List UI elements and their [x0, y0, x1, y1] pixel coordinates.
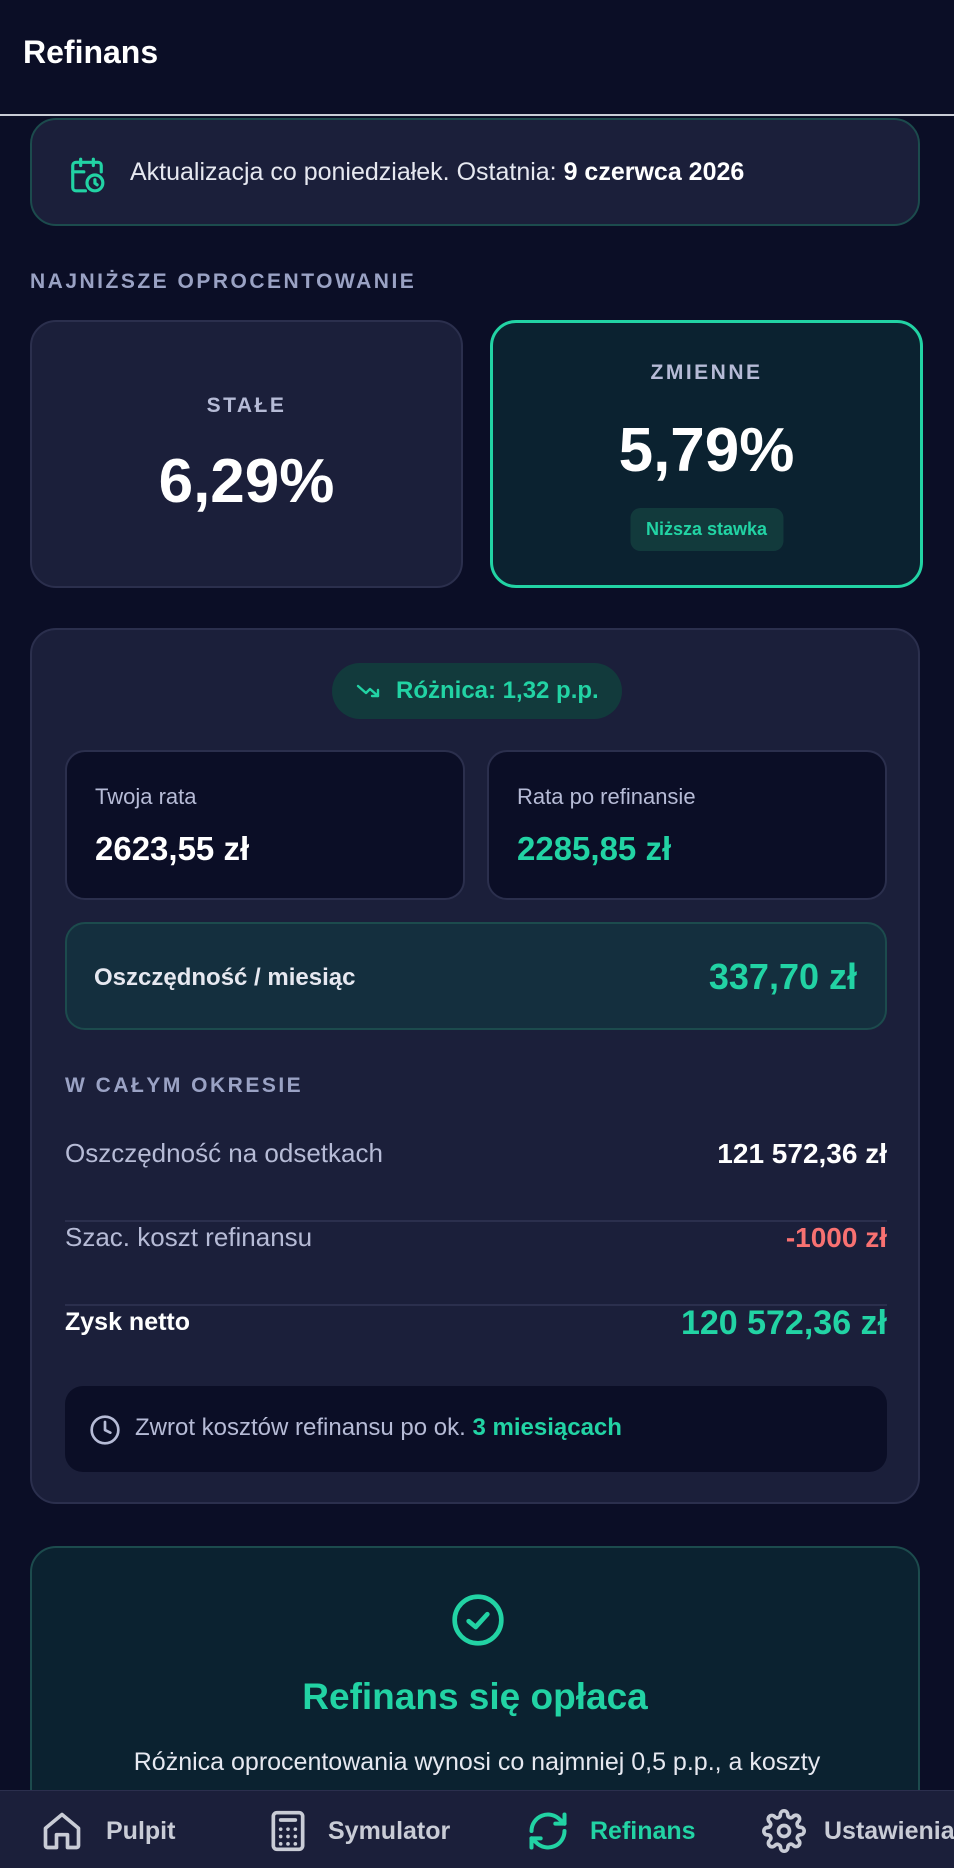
current-installment-value: 2623,55 zł — [95, 830, 250, 867]
page-title: Refinans — [23, 34, 159, 70]
check-circle-icon — [452, 1594, 504, 1646]
nav-label-pulpit: Pulpit — [106, 1817, 176, 1845]
net-profit-label: Zysk netto — [65, 1308, 191, 1336]
monthly-saving-row: Oszczędność / miesiąc 337,70 zł — [65, 922, 887, 1030]
fixed-rate-card[interactable]: STAŁE 6,29% — [30, 320, 463, 588]
monthly-saving-value: 337,70 zł — [708, 956, 857, 997]
new-installment-label: Rata po refinansie — [517, 784, 696, 809]
payback-text: Zwrot kosztów refinansu po ok. 3 miesiąc… — [135, 1414, 622, 1441]
nav-label-symulator: Symulator — [328, 1817, 451, 1845]
payback-info-box: Zwrot kosztów refinansu po ok. 3 miesiąc… — [65, 1386, 887, 1472]
verdict-title: Refinans się opłaca — [302, 1676, 648, 1717]
refinance-calc-card: Różnica: 1,32 p.p. Twoja rata 2623,55 zł… — [30, 628, 920, 1504]
rate-difference-pill: Różnica: 1,32 p.p. — [332, 663, 622, 719]
variable-rate-label: ZMIENNE — [650, 361, 763, 384]
nav-label-refinans: Refinans — [590, 1817, 696, 1845]
update-text: Aktualizacja co poniedziałek. Ostatnia: … — [130, 158, 745, 186]
trending-down-icon — [356, 684, 380, 698]
whole-period-heading: W CAŁYM OKRESIE — [65, 1074, 304, 1097]
variable-rate-value: 5,79% — [618, 416, 795, 485]
verdict-text: Różnica oprocentowania wynosi co najmnie… — [133, 1748, 821, 1776]
bottom-navigation: Pulpit Symulator Refinans Ustawienia — [0, 1790, 954, 1868]
calculator-icon — [271, 1810, 305, 1852]
fixed-rate-label: STAŁE — [206, 394, 287, 417]
variable-rate-card[interactable]: ZMIENNE 5,79% Niższa stawka — [490, 320, 923, 588]
new-installment-value: 2285,85 zł — [517, 830, 672, 867]
nav-item-ustawienia[interactable]: Ustawienia — [762, 1791, 954, 1868]
interest-saving-value: 121 572,36 zł — [717, 1138, 887, 1169]
home-icon — [43, 1812, 81, 1850]
app-header: Refinans — [0, 0, 954, 116]
interest-saving-row: Oszczędność na odsetkach 121 572,36 zł — [65, 1138, 887, 1222]
nav-item-pulpit[interactable]: Pulpit — [40, 1791, 200, 1868]
update-info-banner: Aktualizacja co poniedziałek. Ostatnia: … — [30, 118, 920, 226]
lowest-rates-heading: NAJNIŻSZE OPROCENTOWANIE — [30, 270, 417, 293]
net-profit-value: 120 572,36 zł — [680, 1304, 887, 1342]
refresh-icon — [529, 1812, 567, 1850]
current-installment-box: Twoja rata 2623,55 zł — [65, 750, 465, 900]
nav-item-refinans[interactable]: Refinans — [526, 1791, 706, 1868]
new-installment-box: Rata po refinansie 2285,85 zł — [487, 750, 887, 900]
refinance-cost-row: Szac. koszt refinansu -1000 zł — [65, 1222, 887, 1306]
refinance-cost-value: -1000 zł — [785, 1222, 887, 1253]
nav-label-ustawienia: Ustawienia — [824, 1817, 954, 1845]
calendar-clock-icon — [71, 157, 105, 193]
rate-difference-text: Różnica: 1,32 p.p. — [396, 677, 599, 704]
refinance-cost-label: Szac. koszt refinansu — [65, 1222, 313, 1252]
nav-item-symulator[interactable]: Symulator — [266, 1791, 466, 1868]
update-date: 9 czerwca 2026 — [563, 158, 745, 186]
monthly-saving-label: Oszczędność / miesiąc — [94, 964, 356, 991]
gear-icon — [762, 1809, 806, 1853]
net-profit-row: Zysk netto 120 572,36 zł — [65, 1304, 887, 1388]
payback-period: 3 miesiącach — [472, 1414, 622, 1441]
clock-icon — [90, 1415, 120, 1445]
lower-rate-badge: Niższa stawka — [629, 508, 784, 551]
fixed-rate-value: 6,29% — [158, 447, 335, 516]
current-installment-label: Twoja rata — [95, 784, 197, 809]
interest-saving-label: Oszczędność na odsetkach — [65, 1138, 383, 1168]
